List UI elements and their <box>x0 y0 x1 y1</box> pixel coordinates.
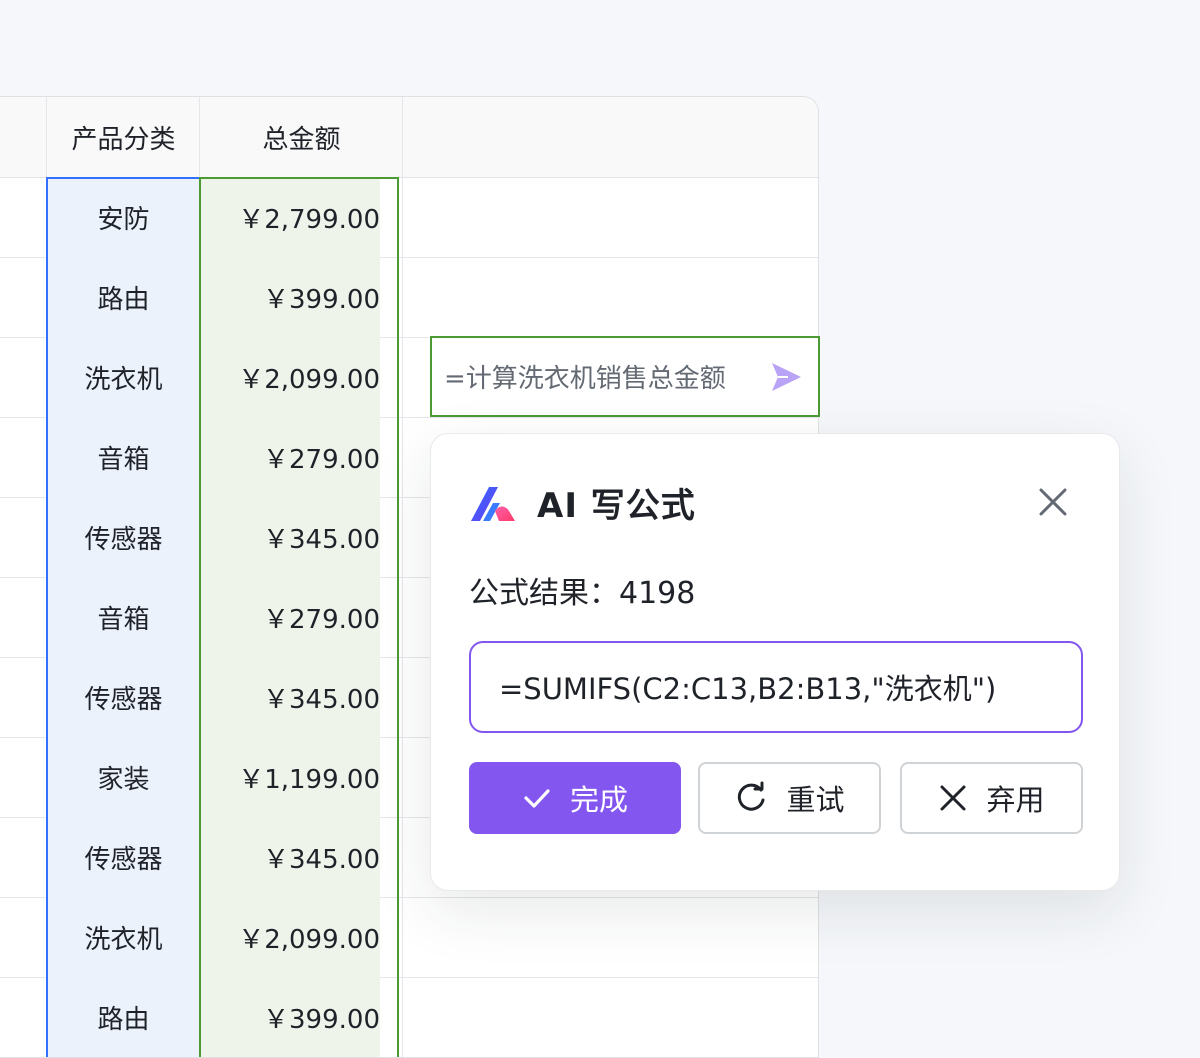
table-row: 洗衣机 ￥2,099.00 <box>0 897 818 978</box>
amount-cell[interactable]: ￥399.00 <box>200 977 380 1057</box>
result-label: 公式结果： <box>469 576 619 611</box>
amount-cell[interactable]: ￥1,199.00 <box>200 737 380 817</box>
amount-cell[interactable]: ￥345.00 <box>200 817 380 897</box>
dialog-title: AI 写公式 <box>537 486 696 526</box>
table-row: 路由 ￥399.00 <box>0 257 818 338</box>
retry-label: 重试 <box>786 783 845 817</box>
close-icon[interactable] <box>1033 482 1073 522</box>
category-cell[interactable]: 家装 <box>48 737 199 817</box>
category-cell[interactable]: 音箱 <box>48 417 199 497</box>
amount-cell[interactable]: ￥2,099.00 <box>200 897 380 977</box>
amount-cell[interactable]: ￥2,099.00 <box>200 337 380 417</box>
category-cell[interactable]: 路由 <box>48 977 199 1057</box>
category-cell[interactable]: 路由 <box>48 257 199 337</box>
discard-label: 弃用 <box>986 783 1045 817</box>
amount-cell[interactable]: ￥279.00 <box>200 417 380 497</box>
category-cell[interactable]: 传感器 <box>48 817 199 897</box>
column-header-category[interactable]: 产品分类 <box>46 97 200 177</box>
check-icon <box>524 789 550 808</box>
category-cell[interactable]: 洗衣机 <box>48 337 199 417</box>
ai-prompt-input[interactable]: =计算洗衣机销售总金额 <box>430 336 820 417</box>
table-row: 路由 ￥399.00 <box>0 977 818 1057</box>
category-cell[interactable]: 音箱 <box>48 577 199 657</box>
formula-text: =SUMIFS(C2:C13,B2:B13,"洗衣机") <box>499 672 997 706</box>
ai-formula-dialog: AI 写公式 公式结果：4198 =SUMIFS(C2:C13,B2:B13,"… <box>430 433 1120 891</box>
column-header-row: 产品分类 总金额 <box>0 97 818 178</box>
dialog-header: AI 写公式 <box>469 478 696 527</box>
retry-button[interactable]: 重试 <box>698 762 881 834</box>
amount-cell[interactable]: ￥279.00 <box>200 577 380 657</box>
category-cell[interactable]: 传感器 <box>48 657 199 737</box>
table-row: 安防 ￥2,799.00 <box>0 177 818 258</box>
done-button[interactable]: 完成 <box>469 762 681 834</box>
amount-cell[interactable]: ￥345.00 <box>200 657 380 737</box>
x-icon <box>940 785 966 811</box>
ai-logo-icon <box>471 486 515 521</box>
done-label: 完成 <box>569 783 628 817</box>
send-icon[interactable] <box>768 359 804 395</box>
column-divider <box>402 97 403 1057</box>
formula-result: 公式结果：4198 <box>469 568 695 612</box>
amount-cell[interactable]: ￥345.00 <box>200 497 380 577</box>
formula-input[interactable]: =SUMIFS(C2:C13,B2:B13,"洗衣机") <box>469 641 1083 733</box>
refresh-icon <box>738 781 765 811</box>
discard-button[interactable]: 弃用 <box>900 762 1083 834</box>
category-cell[interactable]: 洗衣机 <box>48 897 199 977</box>
category-cell[interactable]: 安防 <box>48 177 199 257</box>
column-header-total[interactable]: 总金额 <box>199 97 403 177</box>
amount-cell[interactable]: ￥2,799.00 <box>200 177 380 257</box>
category-cell[interactable]: 传感器 <box>48 497 199 577</box>
result-value: 4198 <box>619 576 696 611</box>
amount-cell[interactable]: ￥399.00 <box>200 257 380 337</box>
prompt-text: =计算洗衣机销售总金额 <box>444 364 726 394</box>
